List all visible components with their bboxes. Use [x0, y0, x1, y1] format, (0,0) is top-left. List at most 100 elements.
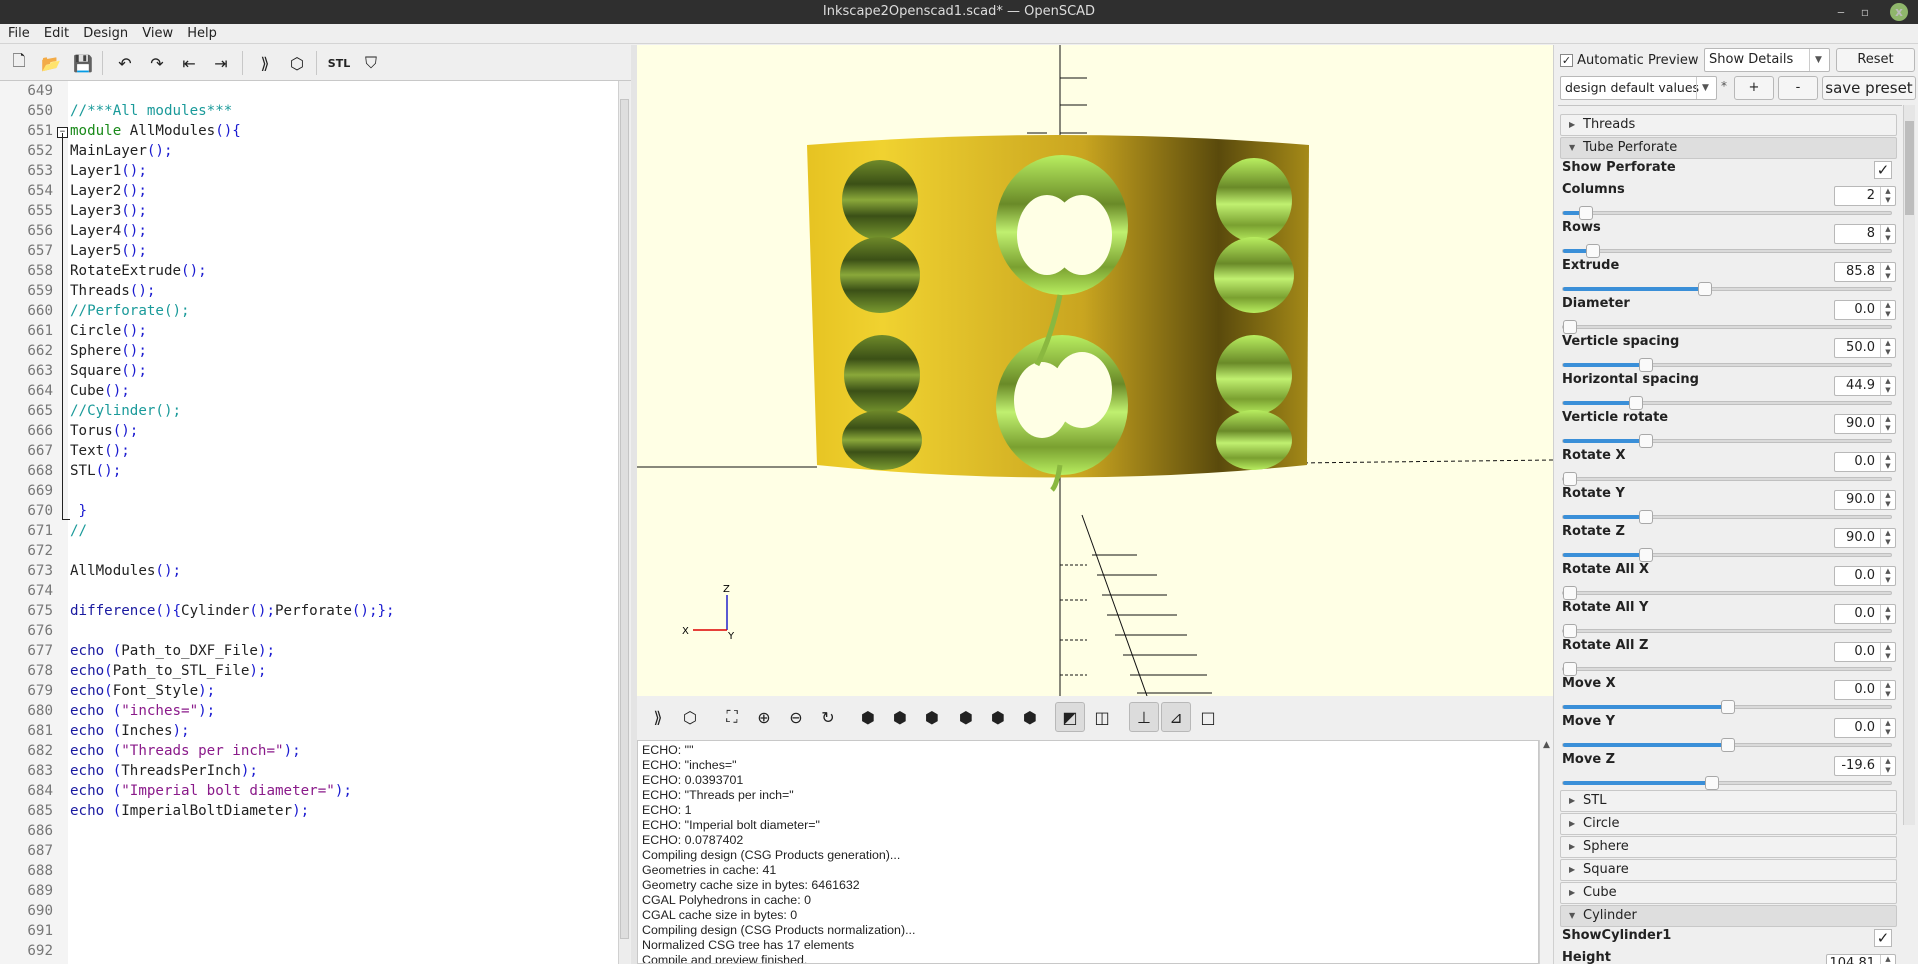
param-value-spinbox[interactable]: 0.0 ▲ ▼ [1834, 718, 1896, 738]
param-value-spinbox[interactable]: 90.0 ▲ ▼ [1834, 528, 1896, 548]
slider-handle[interactable] [1628, 396, 1643, 410]
editor-scrollbar[interactable] [618, 81, 630, 964]
spin-arrows-icon[interactable]: ▲▼ [1880, 719, 1895, 737]
spin-arrows-icon[interactable]: ▲▼ [1880, 567, 1895, 585]
view-bottom-button[interactable]: ⬢ [917, 702, 947, 732]
spin-arrows-icon[interactable]: ▲▼ [1880, 415, 1895, 433]
export-stl-button[interactable]: STL [326, 50, 352, 76]
render-button[interactable]: ⬡ [284, 50, 310, 76]
perspective-button[interactable]: ◩ [1055, 702, 1085, 732]
slider-handle[interactable] [1563, 624, 1577, 638]
param-slider[interactable] [1562, 510, 1892, 524]
add-preset-button[interactable]: + [1734, 76, 1774, 100]
menu-edit[interactable]: Edit [36, 24, 69, 41]
minimize-button[interactable]: ‒ [1832, 3, 1850, 21]
spin-arrows-icon[interactable]: ▲▼ [1880, 301, 1895, 319]
param-slider[interactable] [1562, 244, 1892, 258]
param-value-spinbox[interactable]: 104.81 ▲▼ [1826, 954, 1896, 964]
unindent-button[interactable]: ⇤ [176, 50, 202, 76]
menu-view[interactable]: View [134, 24, 173, 41]
param-value-spinbox[interactable]: 2 ▲ ▼ [1834, 186, 1896, 206]
spin-arrows-icon[interactable]: ▲▼ [1880, 529, 1895, 547]
view-front-button[interactable]: ⬢ [983, 702, 1013, 732]
slider-handle[interactable] [1721, 700, 1735, 714]
slider-handle[interactable] [1638, 510, 1653, 524]
slider-handle[interactable] [1563, 472, 1577, 486]
reset-button[interactable]: Reset [1836, 48, 1915, 72]
param-slider[interactable] [1562, 624, 1892, 638]
group-header-sphere[interactable]: ▶ Sphere [1560, 836, 1897, 858]
param-slider[interactable] [1562, 776, 1892, 790]
customizer-scrollbar[interactable] [1903, 105, 1915, 825]
group-header-cube[interactable]: ▶ Cube [1560, 882, 1897, 904]
menu-help[interactable]: Help [179, 24, 217, 41]
indent-button[interactable]: ⇥ [208, 50, 234, 76]
slider-handle[interactable] [1704, 776, 1719, 790]
preset-select[interactable]: design default values ▼ [1560, 76, 1717, 100]
spin-arrows-icon[interactable]: ▲▼ [1880, 643, 1895, 661]
undo-button[interactable]: ↶ [112, 50, 138, 76]
spin-arrows-icon[interactable]: ▲▼ [1880, 605, 1895, 623]
customizer-scrollbar-thumb[interactable] [1905, 121, 1914, 215]
code-editor[interactable]: 649 650 //***All modules*** 651 module AllMo… [0, 81, 618, 964]
open-file-button[interactable]: 📂 [38, 50, 64, 76]
spin-arrows-icon[interactable]: ▲▼ [1880, 681, 1895, 699]
slider-handle[interactable] [1697, 282, 1712, 296]
slider-handle[interactable] [1638, 548, 1653, 562]
param-slider[interactable] [1562, 358, 1892, 372]
show-scale-markers-button[interactable]: ⊿ [1161, 702, 1191, 732]
view-all-button[interactable]: ⛶ [717, 702, 747, 732]
param-value-spinbox[interactable]: -19.6 ▲ ▼ [1834, 756, 1896, 776]
spin-arrows-icon[interactable]: ▲▼ [1880, 453, 1895, 471]
param-slider[interactable] [1562, 396, 1892, 410]
slider-handle[interactable] [1638, 358, 1653, 372]
console-scrollbar[interactable]: ▲ [1539, 740, 1553, 964]
spin-arrows-icon[interactable]: ▲▼ [1880, 955, 1895, 964]
spin-arrows-icon[interactable]: ▲▼ [1880, 263, 1895, 281]
param-slider[interactable] [1562, 700, 1892, 714]
param-value-spinbox[interactable]: 44.9 ▲ ▼ [1834, 376, 1896, 396]
preview-button[interactable]: ⟫ [252, 50, 278, 76]
new-file-button[interactable]: 🗋 [6, 50, 32, 76]
spin-arrows-icon[interactable]: ▲▼ [1880, 491, 1895, 509]
param-value-spinbox[interactable]: 0.0 ▲ ▼ [1834, 604, 1896, 624]
param-value-spinbox[interactable]: 90.0 ▲ ▼ [1834, 490, 1896, 510]
slider-handle[interactable] [1563, 320, 1577, 334]
slider-handle[interactable] [1721, 738, 1735, 752]
save-button[interactable]: 💾 [70, 50, 96, 76]
show-cylinder-checkbox[interactable]: ✓ [1874, 929, 1892, 947]
auto-preview-checkbox[interactable]: ✓ [1560, 54, 1573, 67]
view-back-button[interactable]: ⬢ [1015, 702, 1045, 732]
param-slider[interactable] [1562, 548, 1892, 562]
show-edges-button[interactable]: □ [1193, 702, 1223, 732]
spin-arrows-icon[interactable]: ▲▼ [1880, 187, 1895, 205]
slider-handle[interactable] [1579, 206, 1594, 220]
details-select[interactable]: Show Details ▼ [1704, 48, 1830, 72]
save-preset-button[interactable]: save preset [1822, 76, 1916, 100]
param-slider[interactable] [1562, 206, 1892, 220]
spin-arrows-icon[interactable]: ▲▼ [1880, 757, 1895, 775]
remove-preset-button[interactable]: - [1778, 76, 1818, 100]
param-value-spinbox[interactable]: 50.0 ▲ ▼ [1834, 338, 1896, 358]
slider-handle[interactable] [1585, 244, 1600, 258]
view-top-button[interactable]: ⬢ [885, 702, 915, 732]
menu-design[interactable]: Design [75, 24, 128, 41]
param-value-spinbox[interactable]: 8 ▲ ▼ [1834, 224, 1896, 244]
close-button[interactable]: x [1890, 3, 1908, 21]
slider-handle[interactable] [1563, 586, 1577, 600]
view-left-button[interactable]: ⬢ [951, 702, 981, 732]
spin-arrows-icon[interactable]: ▲▼ [1880, 377, 1895, 395]
param-value-spinbox[interactable]: 90.0 ▲ ▼ [1834, 414, 1896, 434]
param-value-spinbox[interactable]: 85.8 ▲ ▼ [1834, 262, 1896, 282]
3d-viewport[interactable]: Z X Y [637, 45, 1553, 696]
group-header-threads[interactable]: ▶ Threads [1560, 114, 1897, 136]
param-value-spinbox[interactable]: 0.0 ▲ ▼ [1834, 452, 1896, 472]
zoom-in-button[interactable]: ⊕ [749, 702, 779, 732]
console-output[interactable]: ECHO: "" ECHO: "inches=" ECHO: 0.0393701 EC… [637, 740, 1539, 964]
auto-preview-toggle[interactable]: ✓ Automatic Preview [1560, 50, 1699, 72]
param-slider[interactable] [1562, 586, 1892, 600]
redo-button[interactable]: ↷ [144, 50, 170, 76]
param-slider[interactable] [1562, 662, 1892, 676]
param-slider[interactable] [1562, 282, 1892, 296]
maximize-button[interactable]: ▫ [1856, 3, 1874, 21]
